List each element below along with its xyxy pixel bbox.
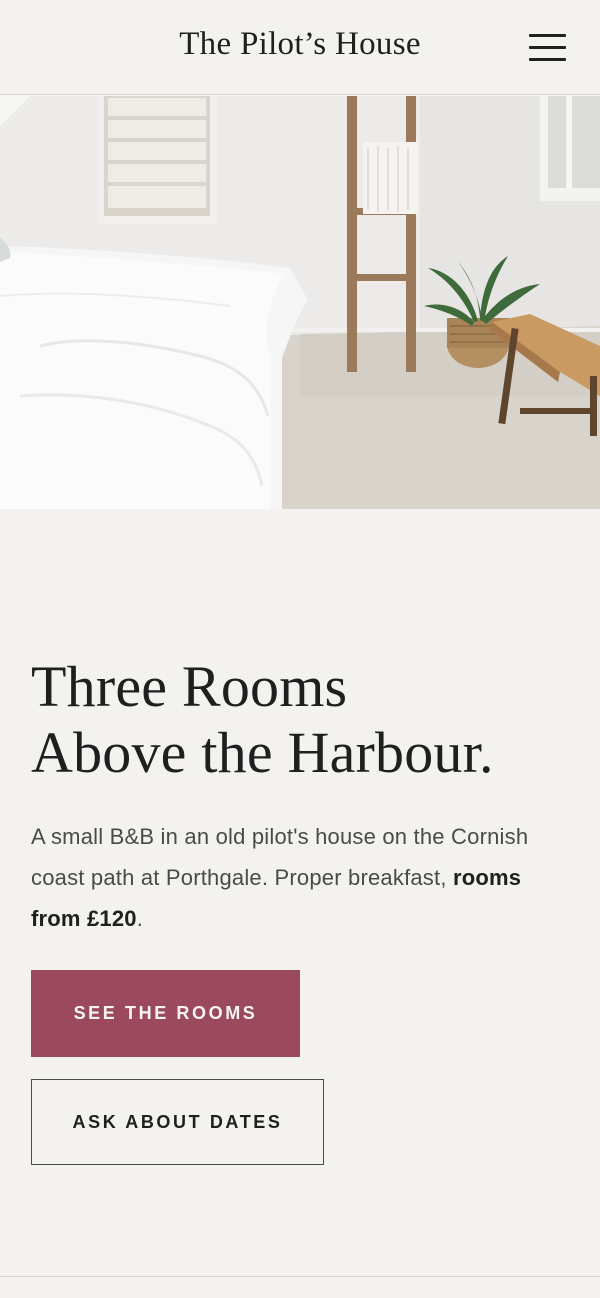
intro-text-end: . xyxy=(136,906,144,931)
headline-line-1: Three Rooms xyxy=(31,654,348,719)
brand-name[interactable]: The Pilot’s House xyxy=(0,26,600,63)
page-title: Three Rooms Above the Harbour. xyxy=(31,654,571,786)
intro-paragraph: A small B&B in an old pilot's house on t… xyxy=(31,816,571,939)
ask-about-dates-button[interactable]: ASK ABOUT DATES xyxy=(31,1079,324,1165)
headline-line-2: Above the Harbour. xyxy=(31,720,494,785)
intro-section: Three Rooms Above the Harbour. A small B… xyxy=(31,654,571,939)
site-header: The Pilot’s House xyxy=(0,0,600,95)
hamburger-menu-icon[interactable] xyxy=(524,30,568,66)
see-the-rooms-button[interactable]: SEE THE ROOMS xyxy=(31,970,300,1057)
hero-bedroom-photo xyxy=(0,96,600,509)
section-divider xyxy=(0,1276,600,1277)
